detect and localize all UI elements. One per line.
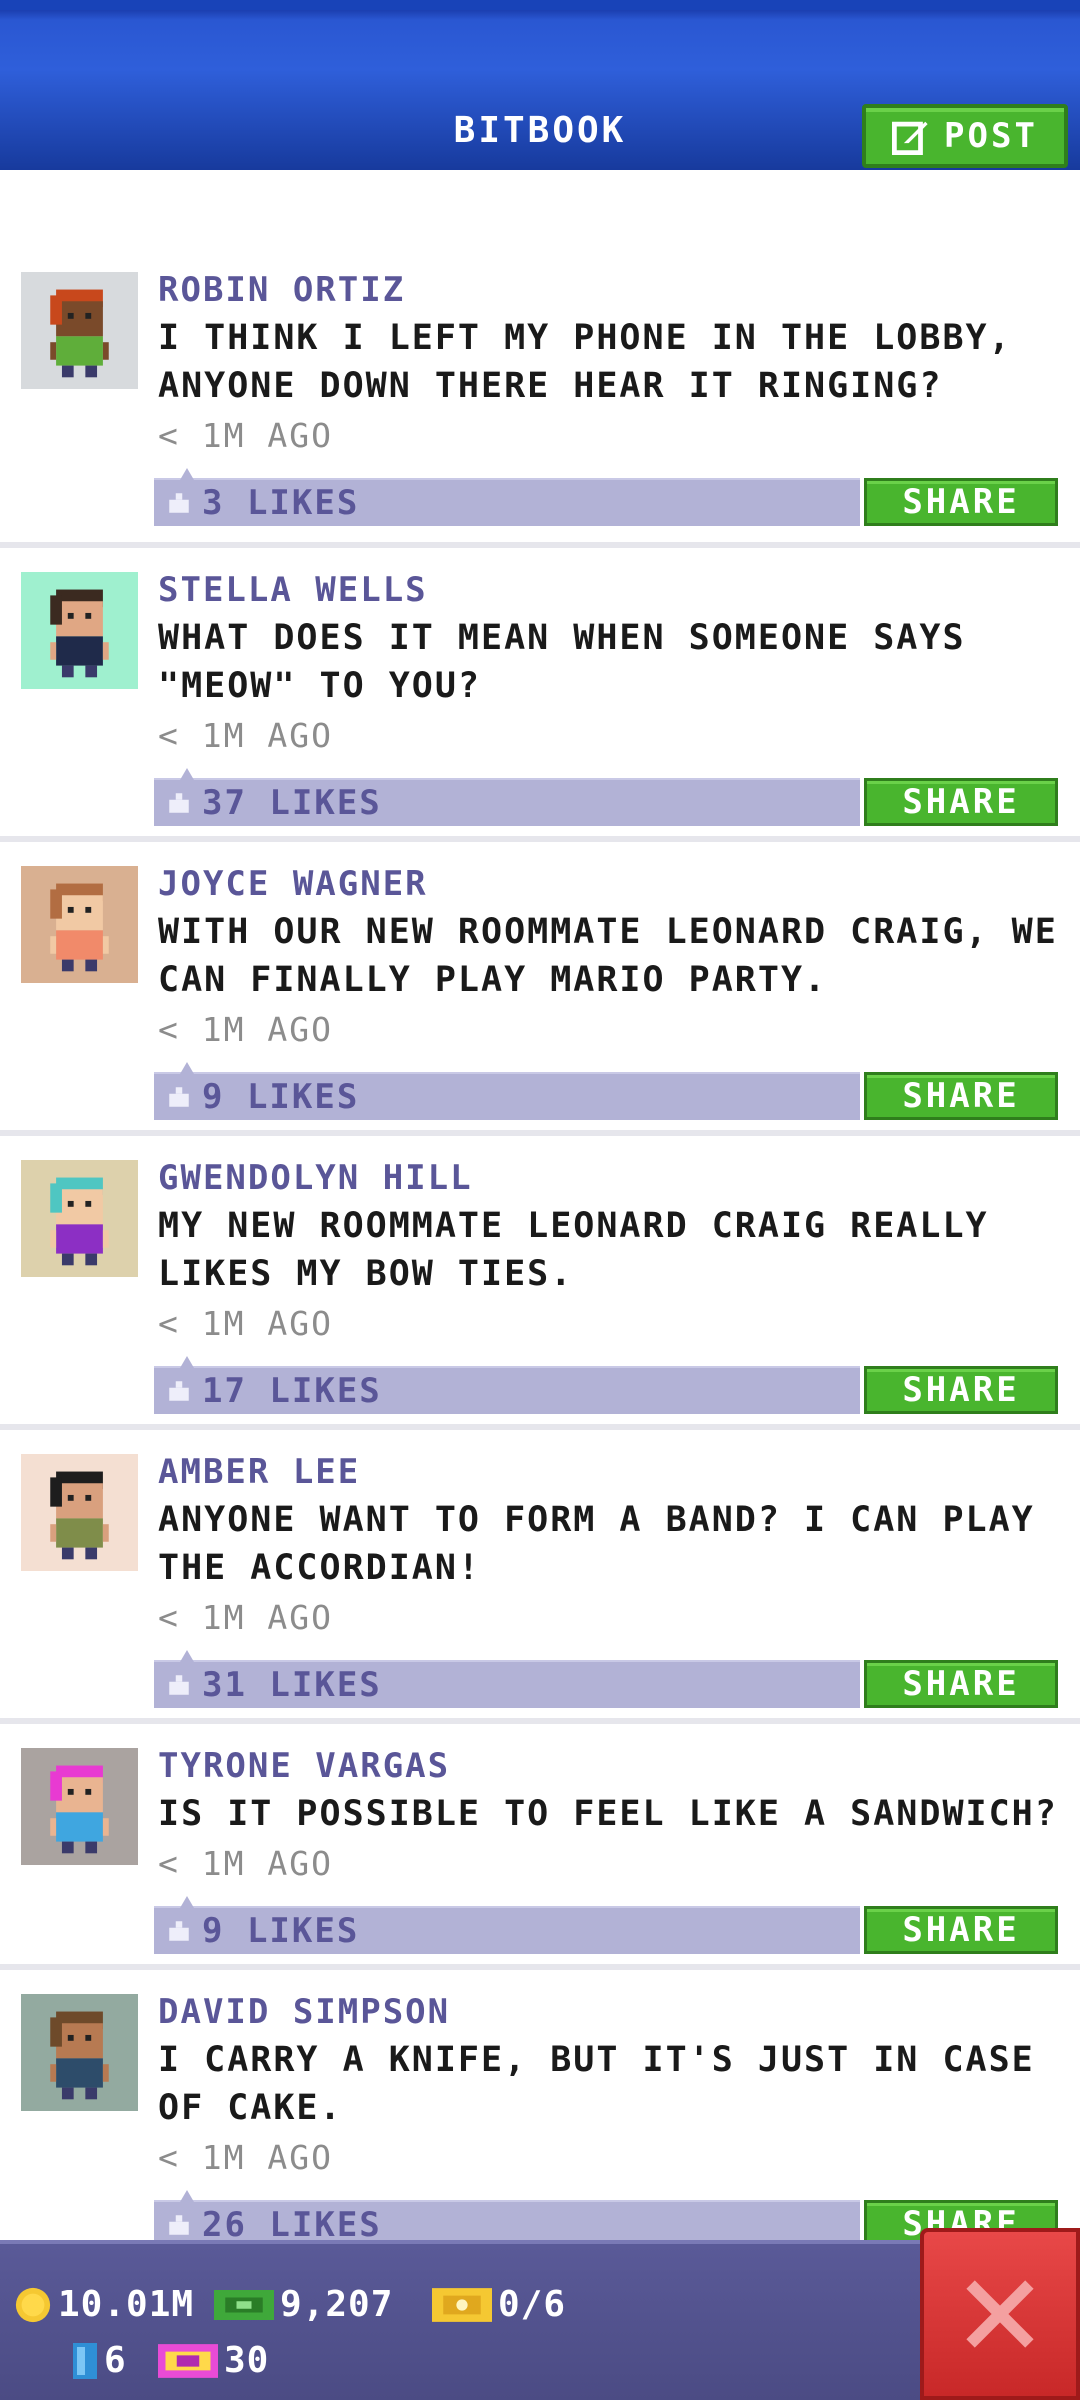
avatar[interactable] <box>21 572 138 689</box>
ticket-icon <box>432 2287 492 2322</box>
close-icon <box>966 2280 1034 2348</box>
avatar[interactable] <box>21 866 138 983</box>
post-message: I THINK I LEFT MY PHONE IN THE LOBBY, AN… <box>158 318 1012 406</box>
person-avatar-icon <box>21 1454 138 1571</box>
post-message: WITH OUR NEW ROOMMATE LEONARD CRAIG, WE … <box>158 912 1058 1000</box>
coin-icon <box>15 2287 51 2322</box>
coins-stat: 10.01M <box>14 2284 194 2325</box>
person-avatar-icon <box>21 1748 138 1865</box>
share-button[interactable]: SHARE <box>864 1072 1058 1120</box>
post-author[interactable]: DAVID SIMPSON <box>158 1992 450 2032</box>
bux-value: 9,207 <box>280 2284 394 2325</box>
person-avatar-icon <box>21 272 138 389</box>
keys-value: 6 <box>104 2340 127 2381</box>
like-count: 31 LIKES <box>202 1665 382 1705</box>
share-button[interactable]: SHARE <box>864 1906 1058 1954</box>
post-feed[interactable]: ROBIN ORTIZ I THINK I LEFT MY PHONE IN T… <box>0 170 1080 2240</box>
like-count: 9 LIKES <box>202 1911 360 1951</box>
person-avatar-icon <box>21 572 138 689</box>
like-bar-notch <box>180 1062 194 1074</box>
share-button[interactable]: SHARE <box>864 1366 1058 1414</box>
vip-ticket-icon <box>158 2343 218 2378</box>
post-card: GWENDOLYN HILL MY NEW ROOMMATE LEONARD C… <box>0 1136 1080 1430</box>
thumbs-up-icon <box>169 793 189 813</box>
post-message: WHAT DOES IT MEAN WHEN SOMEONE SAYS "MEO… <box>158 618 966 706</box>
avatar[interactable] <box>21 272 138 389</box>
person-avatar-icon <box>21 866 138 983</box>
post-button-label: POST <box>944 116 1038 156</box>
thumbs-up-icon <box>169 1675 189 1695</box>
post-button[interactable]: POST <box>862 104 1068 168</box>
post-message: IS IT POSSIBLE TO FEEL LIKE A SANDWICH? <box>158 1794 1058 1834</box>
vip-stat: 30 <box>158 2340 269 2381</box>
key-icon <box>73 2342 97 2379</box>
thumbs-up-icon <box>169 493 189 513</box>
like-bar-notch <box>180 468 194 480</box>
post-message: MY NEW ROOMMATE LEONARD CRAIG REALLY LIK… <box>158 1206 989 1294</box>
avatar[interactable] <box>21 1748 138 1865</box>
keys-stat: 6 <box>72 2340 127 2381</box>
like-bar-notch <box>180 1650 194 1662</box>
post-author[interactable]: TYRONE VARGAS <box>158 1746 450 1786</box>
like-count: 3 LIKES <box>202 483 360 523</box>
like-button[interactable]: 3 LIKES <box>154 468 860 526</box>
post-card: TYRONE VARGAS IS IT POSSIBLE TO FEEL LIK… <box>0 1724 1080 1970</box>
coins-value: 10.01M <box>58 2284 195 2325</box>
like-button[interactable]: 9 LIKES <box>154 1062 860 1120</box>
post-time: < 1M AGO <box>158 416 333 455</box>
post-card: DAVID SIMPSON I CARRY A KNIFE, BUT IT'S … <box>0 1970 1080 2240</box>
share-button[interactable]: SHARE <box>864 778 1058 826</box>
post-author[interactable]: AMBER LEE <box>158 1452 360 1492</box>
thumbs-up-icon <box>169 2215 189 2235</box>
like-count: 17 LIKES <box>202 1371 382 1411</box>
edit-icon <box>892 121 928 155</box>
like-bar-notch <box>180 2190 194 2202</box>
post-card: STELLA WELLS WHAT DOES IT MEAN WHEN SOME… <box>0 548 1080 842</box>
person-avatar-icon <box>21 1160 138 1277</box>
like-count: 9 LIKES <box>202 1077 360 1117</box>
like-bar-notch <box>180 1356 194 1368</box>
like-bar-notch <box>180 1896 194 1908</box>
tickets-stat: 0/6 <box>432 2284 566 2325</box>
like-button[interactable]: 17 LIKES <box>154 1356 860 1414</box>
post-author[interactable]: STELLA WELLS <box>158 570 428 610</box>
like-button[interactable]: 9 LIKES <box>154 1896 860 1954</box>
post-time: < 1M AGO <box>158 716 333 755</box>
post-time: < 1M AGO <box>158 2138 333 2177</box>
avatar[interactable] <box>21 1454 138 1571</box>
post-author[interactable]: ROBIN ORTIZ <box>158 270 405 310</box>
like-count: 26 LIKES <box>202 2205 382 2240</box>
like-button[interactable]: 26 LIKES <box>154 2190 860 2240</box>
post-card: ROBIN ORTIZ I THINK I LEFT MY PHONE IN T… <box>0 170 1080 548</box>
avatar[interactable] <box>21 1994 138 2111</box>
share-button[interactable]: SHARE <box>864 1660 1058 1708</box>
share-button[interactable]: SHARE <box>864 478 1058 526</box>
like-button[interactable]: 31 LIKES <box>154 1650 860 1708</box>
bux-stat: 9,207 <box>214 2284 393 2325</box>
post-message: I CARRY A KNIFE, BUT IT'S JUST IN CASE O… <box>158 2040 1035 2128</box>
status-bar: 10.01M 9,207 0/6 6 30 <box>0 2240 920 2400</box>
thumbs-up-icon <box>169 1921 189 1941</box>
thumbs-up-icon <box>169 1381 189 1401</box>
post-message: ANYONE WANT TO FORM A BAND? I CAN PLAY T… <box>158 1500 1035 1588</box>
app-header: BITBOOK POST <box>0 0 1080 170</box>
post-time: < 1M AGO <box>158 1010 333 1049</box>
bux-icon <box>214 2289 274 2320</box>
vip-value: 30 <box>224 2340 270 2381</box>
avatar[interactable] <box>21 1160 138 1277</box>
post-author[interactable]: GWENDOLYN HILL <box>158 1158 473 1198</box>
post-card: JOYCE WAGNER WITH OUR NEW ROOMMATE LEONA… <box>0 842 1080 1136</box>
post-author[interactable]: JOYCE WAGNER <box>158 864 428 904</box>
post-card: AMBER LEE ANYONE WANT TO FORM A BAND? I … <box>0 1430 1080 1724</box>
post-time: < 1M AGO <box>158 1304 333 1343</box>
close-button[interactable] <box>920 2228 1080 2400</box>
like-count: 37 LIKES <box>202 783 382 823</box>
tickets-value: 0/6 <box>498 2284 567 2325</box>
post-time: < 1M AGO <box>158 1844 333 1883</box>
thumbs-up-icon <box>169 1087 189 1107</box>
post-time: < 1M AGO <box>158 1598 333 1637</box>
like-button[interactable]: 37 LIKES <box>154 768 860 826</box>
like-bar-notch <box>180 768 194 780</box>
person-avatar-icon <box>21 1994 138 2111</box>
